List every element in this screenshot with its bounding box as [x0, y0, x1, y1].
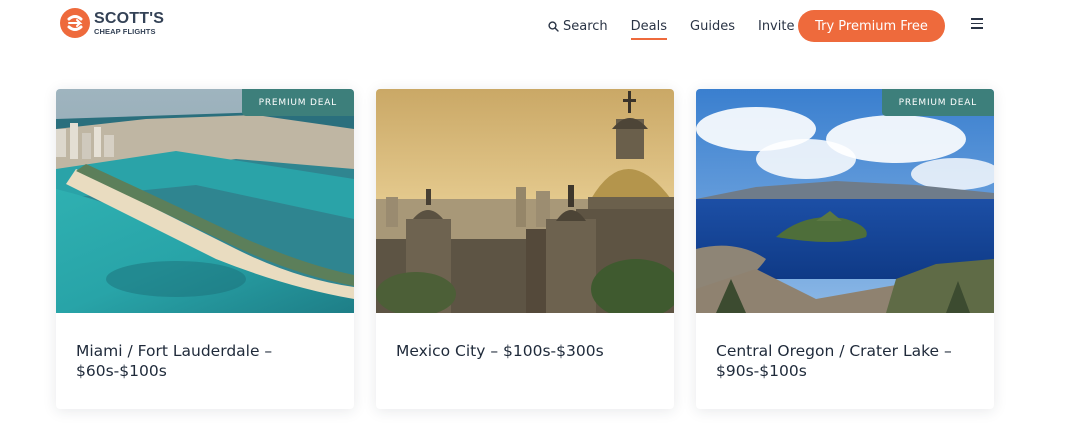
deal-card-title: Mexico City – $100s-$300s: [396, 342, 604, 360]
main-nav: Search Deals Guides Invite: [548, 10, 817, 42]
logo-subtitle: CHEAP FLIGHTS: [94, 26, 156, 36]
site-logo[interactable]: SCOTT'S CHEAP FLIGHTS: [60, 8, 164, 38]
premium-deal-badge: PREMIUM DEAL: [881, 89, 994, 116]
nav-deals-label: Deals: [630, 18, 668, 34]
nav-search-label: Search: [563, 18, 608, 34]
nav-guides-label: Guides: [690, 18, 735, 34]
premium-deal-badge: PREMIUM DEAL: [241, 89, 354, 116]
mexico-city-cathedral-photo: [376, 89, 674, 313]
search-icon: [548, 20, 559, 32]
nav-invite-label: Invite: [757, 18, 795, 34]
miami-beach-aerial-photo: PREMIUM DEAL: [56, 89, 354, 313]
deal-card-mexico-city[interactable]: Mexico City – $100s-$300s: [376, 89, 674, 409]
deal-card-title: Central Oregon / Crater Lake – $90s-$100…: [716, 342, 952, 380]
site-header: SCOTT'S CHEAP FLIGHTS Search Deals Guide…: [0, 0, 1070, 54]
nav-deals[interactable]: Deals: [630, 18, 668, 40]
hamburger-menu-icon[interactable]: [971, 18, 983, 30]
deal-card-title: Miami / Fort Lauderdale – $60s-$100s: [76, 342, 273, 380]
deal-card-miami[interactable]: PREMIUM DEAL Miami / Fort Lauderdale – $…: [56, 89, 354, 409]
logo-mark-icon: [60, 8, 90, 38]
nav-search[interactable]: Search: [548, 19, 608, 34]
crater-lake-photo: PREMIUM DEAL: [696, 89, 994, 313]
nav-guides[interactable]: Guides: [690, 19, 735, 34]
logo-title: SCOTT'S: [94, 9, 165, 27]
nav-invite[interactable]: Invite: [758, 19, 794, 34]
try-premium-button[interactable]: Try Premium Free: [798, 10, 945, 42]
deal-card-crater-lake[interactable]: PREMIUM DEAL Central Oregon / Crater Lak…: [696, 89, 994, 409]
